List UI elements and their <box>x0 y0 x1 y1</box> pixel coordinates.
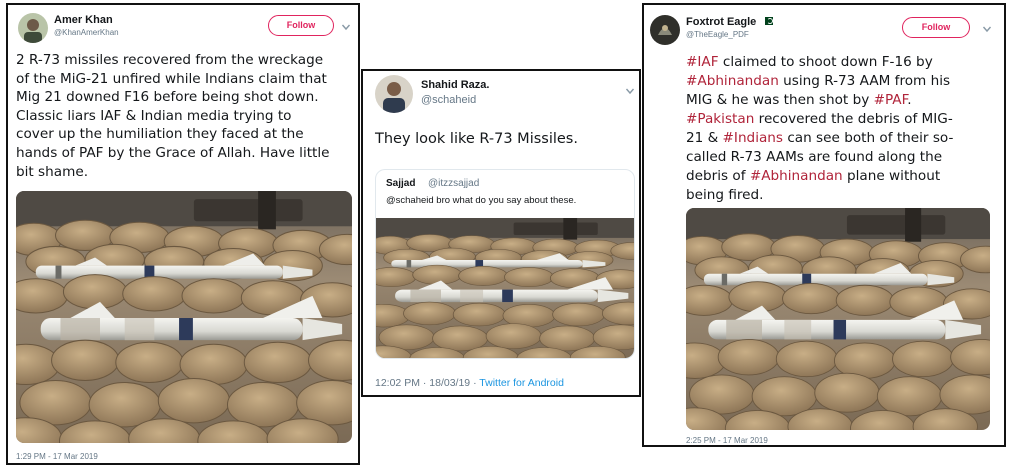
tweet-text-line: #IAF claimed to shoot down F-16 by <box>686 53 953 72</box>
tweet-text-segment: 21 & <box>686 130 723 146</box>
avatar[interactable] <box>18 13 48 43</box>
tweet-text-line: of the MiG-21 unfired while Indians clai… <box>16 70 327 87</box>
tweet-text-segment: MIG & he was then shot by <box>686 92 874 108</box>
user-handle[interactable]: @KhanAmerKhan <box>54 28 119 37</box>
tweet-text-segment: being fired. <box>686 187 764 203</box>
tweet-text-line: MIG & he was then shot by #PAF. <box>686 91 953 110</box>
tweet-text-segment: . <box>907 92 912 108</box>
tweet-text-line: cover up the humiliation they faced at t… <box>16 126 304 143</box>
tweet-text-segment: recovered the debris of MIG- <box>754 111 953 127</box>
tweet-card-foxtrot-eagle: Foxtrot Eagle @TheEagle_PDF Follow #IAF … <box>642 3 1006 447</box>
tweet-text-segment: plane without <box>842 168 941 184</box>
hashtag-link[interactable]: #Indians <box>723 130 783 146</box>
display-name[interactable]: Foxtrot Eagle <box>686 16 756 28</box>
pakistan-flag-icon <box>762 17 773 25</box>
tweet-text-line: debris of #Abhinandan plane without <box>686 167 953 186</box>
tweet-text-line: Classic liars IAF & Indian media trying … <box>16 107 292 124</box>
tweet-text-line: being fired. <box>686 186 953 205</box>
chevron-down-icon[interactable] <box>625 83 635 95</box>
tweet-card-amer-khan: Amer Khan @KhanAmerKhan Follow 2 R-73 mi… <box>6 3 360 465</box>
tweet-text: 2 R-73 missiles recovered from the wreck… <box>16 51 330 181</box>
display-name[interactable]: Shahid Raza. <box>421 79 489 91</box>
user-handle[interactable]: @TheEagle_PDF <box>686 30 749 39</box>
tweet-timestamp: 12:02 PM · 18/03/19 · Twitter for Androi… <box>375 377 564 389</box>
tweet-text-line: 21 & #Indians can see both of their so- <box>686 129 953 148</box>
source-link[interactable]: Twitter for Android <box>479 377 564 389</box>
tweet-text: #IAF claimed to shoot down F-16 by #Abhin… <box>686 53 953 205</box>
tweet-text-line: 2 R-73 missiles recovered from the wreck… <box>16 52 324 68</box>
tweet-text-segment: using R-73 AAM from his <box>778 73 951 89</box>
quoted-tweet-text: @schaheid bro what do you say about thes… <box>386 195 577 206</box>
timestamp-text[interactable]: 12:02 PM · 18/03/19 · <box>375 377 479 389</box>
avatar[interactable] <box>375 75 413 113</box>
hashtag-link[interactable]: #Abhinandan <box>750 168 843 184</box>
tweet-text-line: Mig 21 downed F16 before being shot down… <box>16 89 319 106</box>
avatar[interactable] <box>650 15 680 45</box>
user-handle[interactable]: @schaheid <box>421 94 476 106</box>
quoted-tweet[interactable]: Sajjad @itzzsajjad @schaheid bro what do… <box>375 169 635 359</box>
display-name[interactable]: Amer Khan <box>54 14 113 26</box>
tweet-text: They look like R-73 Missiles. <box>375 131 578 147</box>
quoted-photo-missiles[interactable] <box>376 218 635 359</box>
tweet-text-segment: can see both of their so- <box>783 130 954 146</box>
tweet-text-line: hands of PAF by the Grace of Allah. Have… <box>16 144 330 161</box>
tweet-text-line: #Abhinandan using R-73 AAM from his <box>686 72 953 91</box>
follow-button[interactable]: Follow <box>268 15 334 36</box>
tweet-text-line: bit shame. <box>16 163 89 180</box>
quoted-display-name: Sajjad <box>386 178 416 189</box>
hashtag-link[interactable]: #PAF <box>874 92 908 108</box>
quoted-user-handle: @itzzsajjad <box>428 178 480 189</box>
tweet-text-segment: claimed to shoot down F-16 by <box>718 54 933 70</box>
tweet-text-segment: called R-73 AAMs are found along the <box>686 149 943 165</box>
chevron-down-icon[interactable] <box>982 21 992 33</box>
tweet-text-line: called R-73 AAMs are found along the <box>686 148 953 167</box>
tweet-timestamp[interactable]: 1:29 PM - 17 Mar 2019 <box>16 452 98 461</box>
tweet-text-segment: debris of <box>686 168 750 184</box>
follow-button[interactable]: Follow <box>902 17 970 38</box>
tweet-card-shahid-raza: Shahid Raza. @schaheid They look like R-… <box>361 69 641 397</box>
hashtag-link[interactable]: #Abhinandan <box>686 73 779 89</box>
tweet-text-line: #Pakistan recovered the debris of MIG- <box>686 110 953 129</box>
hashtag-link[interactable]: #Pakistan <box>686 111 754 127</box>
chevron-down-icon[interactable] <box>341 19 351 31</box>
hashtag-link[interactable]: #IAF <box>686 54 719 70</box>
tweet-photo-missiles[interactable] <box>16 191 352 443</box>
tweet-timestamp[interactable]: 2:25 PM - 17 Mar 2019 <box>686 436 768 445</box>
tweet-photo-missiles[interactable] <box>686 208 990 430</box>
